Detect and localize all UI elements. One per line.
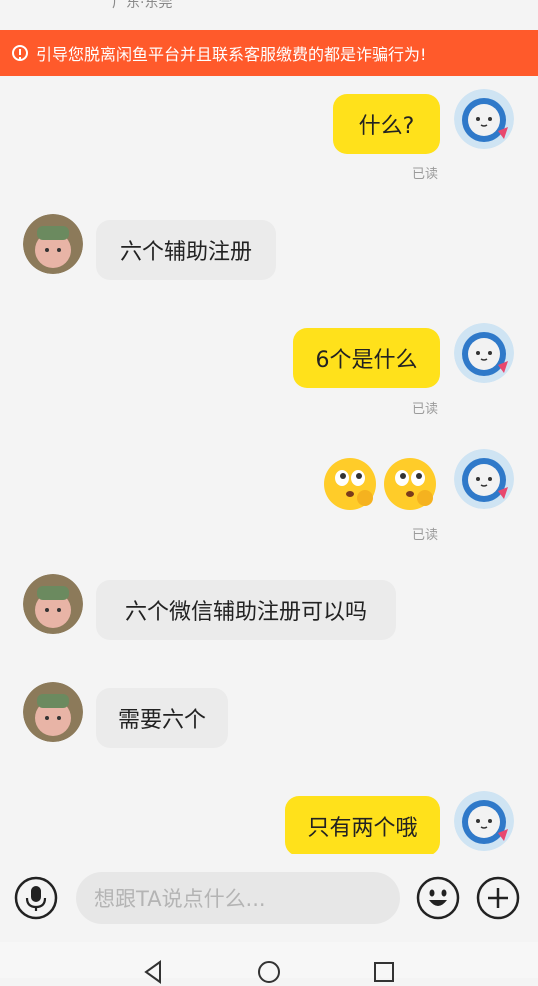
message-text: 6个是什么: [315, 348, 418, 373]
message-input-placeholder: 想跟TA说点什么...: [94, 887, 266, 911]
message-input[interactable]: 想跟TA说点什么...: [76, 872, 400, 924]
fraud-warning-text: 引导您脱离闲鱼平台并且联系客服缴费的都是诈骗行为!: [36, 45, 427, 64]
my-message-bubble[interactable]: 什么?: [333, 94, 440, 154]
my-avatar[interactable]: [454, 89, 514, 149]
message-text: 需要六个: [117, 708, 206, 733]
message-text: 什么?: [358, 114, 415, 139]
contact-message-bubble[interactable]: 六个辅助注册: [96, 220, 276, 280]
plus-icon[interactable]: [476, 876, 520, 920]
emoji-icon[interactable]: [416, 876, 460, 920]
back-triangle-icon[interactable]: [140, 958, 168, 986]
thinking-eyes-face-emoji[interactable]: [382, 456, 438, 512]
read-status: 已读: [412, 528, 439, 543]
contact-message-bubble[interactable]: 六个微信辅助注册可以吗: [96, 580, 396, 640]
fraud-warning-banner: 引导您脱离闲鱼平台并且联系客服缴费的都是诈骗行为!: [0, 30, 538, 76]
read-status: 已读: [412, 167, 439, 182]
my-message-bubble[interactable]: 6个是什么: [293, 328, 440, 388]
warning-icon: [12, 45, 28, 61]
composer-bar: 想跟TA说点什么...: [0, 854, 538, 942]
my-message-bubble[interactable]: 只有两个哦: [285, 796, 440, 854]
message-text: 六个微信辅助注册可以吗: [124, 600, 367, 625]
contact-avatar[interactable]: [23, 214, 83, 274]
my-avatar[interactable]: [454, 449, 514, 509]
home-circle-icon[interactable]: [255, 958, 283, 986]
read-status: 已读: [412, 402, 439, 417]
contact-message-bubble[interactable]: 需要六个: [96, 688, 228, 748]
message-text: 六个辅助注册: [119, 240, 252, 265]
top-bar: 广东·东莞: [0, 0, 538, 30]
chat-thread[interactable]: 什么? 已读 六个辅助注册 6个是什么 已读 已读 六个微信辅助注册可以吗 需要…: [0, 76, 538, 854]
microphone-icon[interactable]: [14, 876, 58, 920]
recents-square-icon[interactable]: [370, 958, 398, 986]
message-text: 只有两个哦: [307, 816, 418, 841]
location-label: 广东·东莞: [112, 0, 173, 11]
system-nav-bar: [0, 942, 538, 984]
contact-avatar[interactable]: [23, 574, 83, 634]
thinking-eyes-face-emoji[interactable]: [322, 456, 378, 512]
contact-avatar[interactable]: [23, 682, 83, 742]
my-avatar[interactable]: [454, 323, 514, 383]
my-avatar[interactable]: [454, 791, 514, 851]
